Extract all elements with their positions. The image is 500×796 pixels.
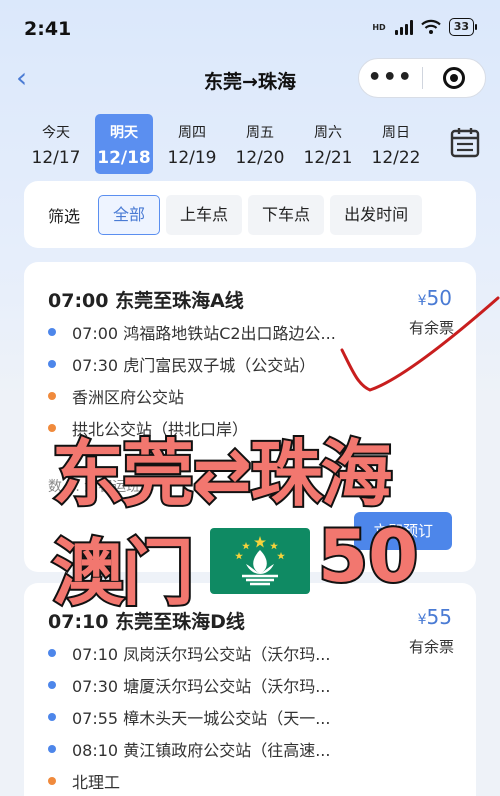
date-tab-date: 12/22 (371, 148, 421, 168)
dropoff-dot-icon (48, 392, 56, 400)
stop-item: 07:10 凤岗沃尔玛公交站（沃尔玛... (48, 637, 388, 669)
availability-badge: 有余票 (408, 638, 454, 656)
more-button[interactable]: ••• (359, 67, 422, 89)
stop-list: 07:10 凤岗沃尔玛公交站（沃尔玛... 07:30 塘厦沃尔玛公交站（沃尔玛… (48, 637, 388, 796)
route-price: ¥55 (418, 605, 452, 629)
stop-text: 08:10 黄江镇政府公交站（往高速... (72, 741, 331, 760)
mini-program-capsule: ••• (358, 58, 486, 98)
route-note: 数 ... 划客运班车 (48, 479, 155, 495)
stop-item: 07:00 鸿福路地铁站C2出口路边公... (48, 316, 388, 348)
target-icon (442, 67, 465, 89)
date-tab-1[interactable]: 明天 12/18 (95, 114, 153, 174)
date-tab-date: 12/18 (97, 148, 151, 168)
status-icons: HD 33 (372, 18, 478, 36)
wifi-icon (420, 19, 441, 34)
stop-text: 香洲区府公交站 (72, 388, 185, 407)
route-card[interactable]: 07:10 东莞至珠海D线 ¥55 有余票 07:10 凤岗沃尔玛公交站（沃尔玛… (24, 583, 476, 796)
pickup-dot-icon (48, 649, 56, 657)
date-tab-day: 周六 (314, 125, 342, 141)
price-value: 55 (426, 605, 452, 629)
filter-bar: 筛选 全部 上车点 下车点 出发时间 (24, 181, 476, 248)
date-tab-3[interactable]: 周五 12/20 (226, 114, 294, 174)
pickup-dot-icon (48, 713, 56, 721)
signal-icon (394, 19, 413, 35)
date-tab-date: 12/21 (303, 148, 353, 168)
nav-bar: ‹ 东莞→珠海 ••• (0, 56, 500, 102)
date-tab-date: 12/20 (235, 148, 285, 168)
pickup-dot-icon (48, 681, 56, 689)
calendar-icon[interactable] (450, 126, 480, 158)
date-tab-day: 周五 (246, 125, 274, 141)
stop-list: 07:00 鸿福路地铁站C2出口路边公... 07:30 虎门富民双子城（公交站… (48, 316, 388, 444)
route-price: ¥50 (418, 286, 452, 310)
network-label: HD (372, 22, 386, 32)
stop-text: 07:10 凤岗沃尔玛公交站（沃尔玛... (72, 645, 331, 664)
date-tab-date: 12/19 (167, 148, 217, 168)
dropoff-dot-icon (48, 777, 56, 785)
pickup-dot-icon (48, 328, 56, 336)
status-bar: 2:41 HD 33 (0, 0, 500, 56)
stop-item: 07:30 虎门富民双子城（公交站） (48, 348, 388, 380)
availability-badge: 有余票 (408, 319, 454, 337)
stop-text: 07:30 虎门富民双子城（公交站） (72, 356, 316, 375)
filter-chip-departure-time[interactable]: 出发时间 (330, 194, 423, 235)
stop-item: 北理工 (48, 765, 388, 796)
stop-item: 07:55 樟木头天一城公交站（天一... (48, 701, 388, 733)
date-tab-day: 明天 (110, 125, 138, 141)
filter-label: 筛选 (48, 206, 81, 226)
date-tab-0[interactable]: 今天 12/17 (22, 114, 90, 174)
pickup-dot-icon (48, 745, 56, 753)
book-now-button[interactable]: 立即预订 (354, 512, 452, 550)
stop-item: 08:10 黄江镇政府公交站（往高速... (48, 733, 388, 765)
date-tabs: 今天 12/17 明天 12/18 周四 12/19 周五 12/20 周六 1… (22, 114, 442, 176)
route-title: 07:10 东莞至珠海D线 (48, 611, 245, 633)
route-title: 07:00 东莞至珠海A线 (48, 290, 244, 312)
stop-text: 拱北公交站（拱北口岸） (72, 420, 249, 439)
route-card[interactable]: 07:00 东莞至珠海A线 ¥50 有余票 07:00 鸿福路地铁站C2出口路边… (24, 262, 476, 572)
stop-text: 07:55 樟木头天一城公交站（天一... (72, 709, 331, 728)
currency-symbol: ¥ (417, 293, 427, 309)
date-tab-day: 周四 (178, 125, 206, 141)
filter-chip-all[interactable]: 全部 (98, 194, 161, 235)
stop-item: 07:30 塘厦沃尔玛公交站（沃尔玛... (48, 669, 388, 701)
date-tab-4[interactable]: 周六 12/21 (294, 114, 362, 174)
date-tab-date: 12/17 (31, 148, 81, 168)
date-tab-2[interactable]: 周四 12/19 (158, 114, 226, 174)
date-tab-day: 周日 (382, 125, 410, 141)
filter-chip-pickup[interactable]: 上车点 (166, 194, 243, 235)
pickup-dot-icon (48, 360, 56, 368)
battery-icon: 33 (448, 18, 478, 36)
stop-item: 香洲区府公交站 (48, 380, 388, 412)
stop-text: 07:00 鸿福路地铁站C2出口路边公... (72, 324, 336, 343)
date-tab-5[interactable]: 周日 12/22 (362, 114, 430, 174)
stop-item: 拱北公交站（拱北口岸） (48, 412, 388, 444)
dropoff-dot-icon (48, 424, 56, 432)
stop-text: 北理工 (72, 773, 121, 792)
price-value: 50 (426, 286, 452, 310)
date-tab-day: 今天 (42, 125, 70, 141)
currency-symbol: ¥ (417, 612, 427, 628)
filter-chip-dropoff[interactable]: 下车点 (248, 194, 325, 235)
close-program-button[interactable] (422, 67, 485, 89)
stop-text: 07:30 塘厦沃尔玛公交站（沃尔玛... (72, 677, 331, 696)
status-time: 2:41 (24, 18, 72, 40)
